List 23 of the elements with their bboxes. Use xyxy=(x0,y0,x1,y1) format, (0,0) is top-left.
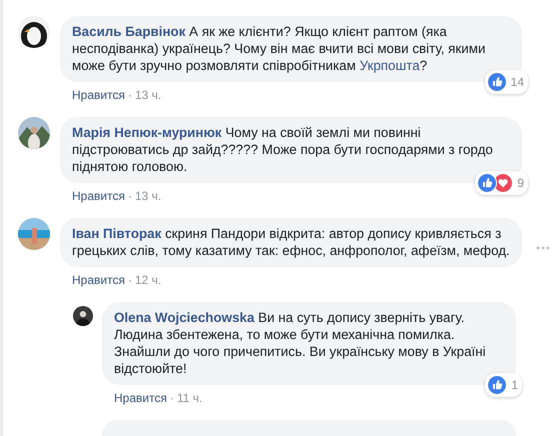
heart-icon xyxy=(493,173,514,193)
like-link[interactable]: Нравится xyxy=(114,391,167,405)
reaction-count: 14 xyxy=(510,75,524,89)
separator-dot: · xyxy=(128,273,132,287)
separator-dot: · xyxy=(170,391,174,405)
author-link[interactable]: Марія Непюк-муринюк xyxy=(72,125,222,140)
comment-text: Василь Барвінок А як же клієнти? Якщо клієнт раптом (яка несподіванка) українець? Чому він має вчити всі мови світу, якими може бути зручно розмовляти співробітникам Укрпошта? xyxy=(72,23,486,74)
thumbs-up-icon xyxy=(486,72,507,92)
like-link[interactable]: Нравится xyxy=(72,88,125,102)
reaction-count: 9 xyxy=(517,176,524,190)
like-link[interactable]: Нравится xyxy=(72,273,125,287)
reaction-count: 1 xyxy=(511,378,518,392)
thumbs-up-icon xyxy=(477,173,498,193)
page-link[interactable]: Укрпошта xyxy=(360,58,420,73)
like-link[interactable]: Нравится xyxy=(72,189,125,203)
comment-text: Olena Wojciechowska Ви на суть допису зверніть увагу. Людина збентежена, то може бути механічна помилка. Знайшли до чого причепитись. Ви українську мову в Україні відстоюйте! xyxy=(114,309,487,377)
author-link[interactable]: Іван Півторак xyxy=(72,226,162,241)
separator-dot: · xyxy=(128,88,132,102)
author-link[interactable]: Василь Барвінок xyxy=(72,24,186,39)
separator-dot: · xyxy=(128,189,132,203)
author-link[interactable]: Olena Wojciechowska xyxy=(114,310,254,325)
thumbs-up-icon xyxy=(487,375,508,395)
comment-text: Іван Півторак скриня Пандори відкрита: автор допису кривляється з грецьких слів, тому казатиму так: ефнос, анфрополог, афеїзм, мефод. xyxy=(72,225,510,259)
